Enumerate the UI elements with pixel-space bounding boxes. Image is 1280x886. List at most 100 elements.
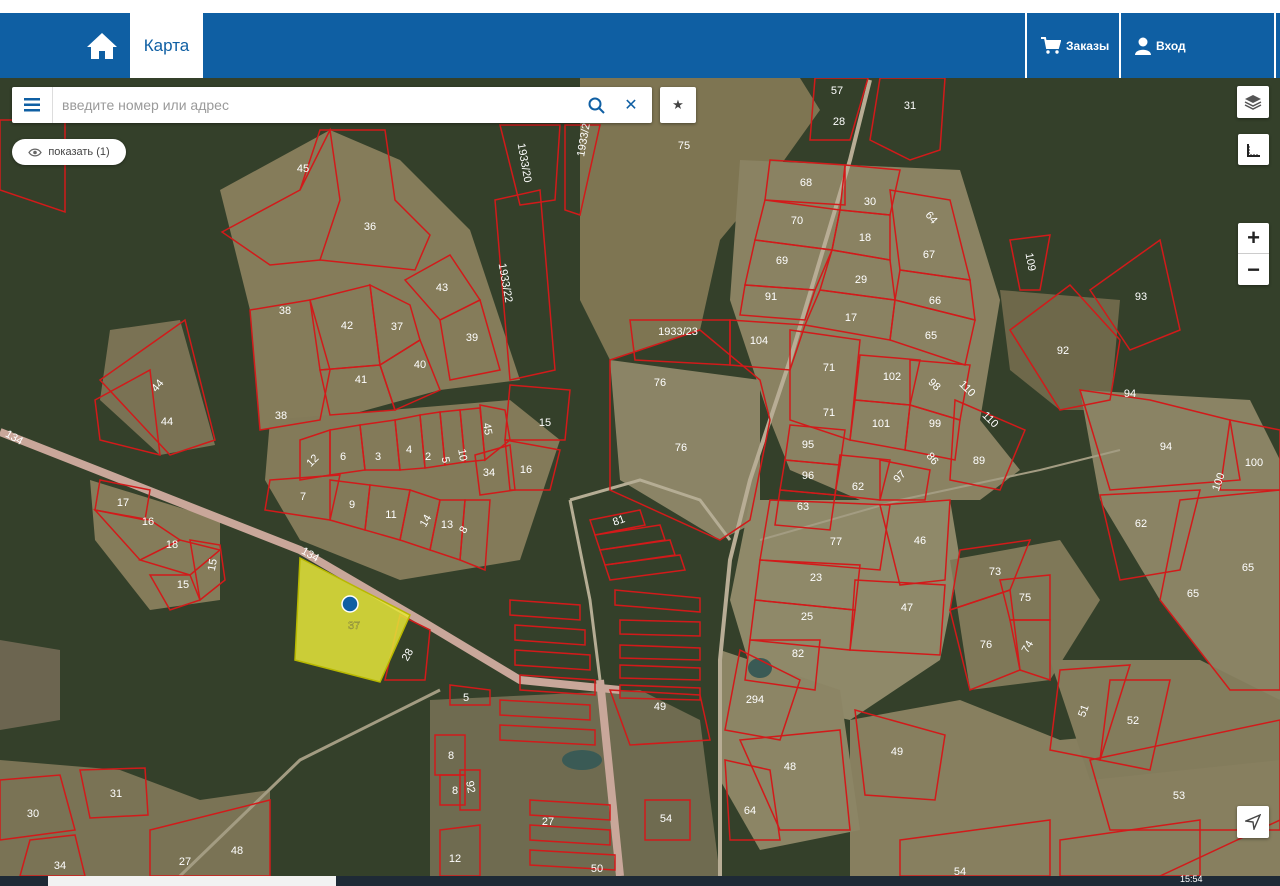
parcel-label[interactable]: 62 (1135, 518, 1147, 530)
parcel-label[interactable]: 29 (855, 274, 867, 286)
parcel-label[interactable]: 49 (654, 701, 666, 713)
parcel-label[interactable]: 38 (279, 305, 291, 317)
parcel-label[interactable]: 17 (845, 312, 857, 324)
parcel-label[interactable]: 25 (801, 611, 813, 623)
parcel-label[interactable]: 76 (675, 442, 687, 454)
favorites-button[interactable]: ★ (660, 87, 696, 123)
parcel-label[interactable]: 53 (1173, 790, 1185, 802)
parcel-label[interactable]: 73 (989, 566, 1001, 578)
parcel-label[interactable]: 23 (810, 572, 822, 584)
parcel-label[interactable]: 49 (891, 746, 903, 758)
locate-button[interactable] (1237, 806, 1269, 838)
parcel-label[interactable]: 34 (483, 467, 495, 479)
parcel-label[interactable]: 89 (973, 455, 985, 467)
parcel-label[interactable]: 101 (872, 418, 890, 430)
parcel-label[interactable]: 91 (765, 291, 777, 303)
parcel-label[interactable]: 99 (929, 418, 941, 430)
parcel-label[interactable]: 77 (830, 536, 842, 548)
parcel-label[interactable]: 67 (923, 249, 935, 261)
parcel-label[interactable]: 102 (883, 371, 901, 383)
parcel-label[interactable]: 9 (349, 499, 355, 511)
parcel-label[interactable]: 4 (406, 444, 412, 456)
parcel-label[interactable]: 30 (27, 808, 39, 820)
search-button[interactable] (582, 87, 610, 123)
parcel-label[interactable]: 45 (297, 163, 309, 175)
parcel-label[interactable]: 10 (455, 448, 469, 462)
parcel-label[interactable]: 48 (784, 761, 796, 773)
parcel-label[interactable]: 18 (859, 232, 871, 244)
parcel-label[interactable]: 17 (117, 497, 129, 509)
tab-map[interactable]: Карта (130, 13, 203, 78)
parcel-label[interactable]: 12 (449, 853, 461, 865)
parcel-label[interactable]: 1933/23 (658, 326, 698, 338)
parcel-label[interactable]: 13 (441, 519, 453, 531)
parcel-label[interactable]: 37 (391, 321, 403, 333)
parcel-label[interactable]: 15 (539, 417, 551, 429)
parcel-label[interactable]: 6 (340, 451, 346, 463)
parcel-label[interactable]: 5 (463, 692, 469, 704)
parcel-label[interactable]: 8 (448, 750, 454, 762)
parcel-label[interactable]: 43 (436, 282, 448, 294)
parcel-label[interactable]: 15 (177, 579, 189, 591)
parcel-label[interactable]: 54 (954, 866, 966, 876)
parcel-label[interactable]: 65 (1187, 588, 1199, 600)
map-view[interactable]: 57 31 28 45 1933/20 1933/2 75 68 30 64 36 70 18 67 109… (0, 78, 1280, 876)
parcel-label[interactable]: 11 (385, 509, 396, 521)
parcel-label[interactable]: 45 (480, 422, 494, 436)
home-button[interactable] (80, 13, 124, 78)
parcel-label[interactable]: 54 (660, 813, 672, 825)
zoom-out-button[interactable]: − (1238, 254, 1269, 285)
parcel-label[interactable]: 69 (776, 255, 788, 267)
parcel-label[interactable]: 41 (355, 374, 367, 386)
parcel-label[interactable]: 16 (520, 464, 532, 476)
parcel-label[interactable]: 50 (591, 863, 603, 875)
ruler-button[interactable] (1238, 134, 1269, 165)
parcel-label[interactable]: 36 (364, 221, 376, 233)
parcel-label[interactable]: 70 (791, 215, 803, 227)
parcel-label[interactable]: 39 (466, 332, 478, 344)
orders-button[interactable]: Заказы (1041, 13, 1109, 78)
parcel-label[interactable]: 31 (904, 100, 916, 112)
parcel-label[interactable]: 28 (833, 116, 845, 128)
zoom-in-button[interactable]: + (1238, 223, 1269, 254)
parcel-label[interactable]: 63 (797, 501, 809, 513)
parcel-label[interactable]: 82 (792, 648, 804, 660)
parcel-label[interactable]: 48 (231, 845, 243, 857)
parcel-label[interactable]: 34 (54, 860, 66, 872)
parcel-label[interactable]: 27 (542, 816, 554, 828)
parcel-label[interactable]: 76 (980, 639, 992, 651)
parcel-label[interactable]: 95 (802, 439, 814, 451)
parcel-label[interactable]: 16 (142, 516, 154, 528)
parcel-label[interactable]: 68 (800, 177, 812, 189)
parcel-label[interactable]: 31 (110, 788, 122, 800)
parcel-label[interactable]: 92 (463, 780, 477, 794)
parcel-label[interactable]: 2 (425, 451, 431, 463)
parcel-label[interactable]: 65 (1242, 562, 1254, 574)
satellite-map[interactable]: 57312845 1933/201933/2 7568306436 701867 109… (0, 78, 1280, 876)
parcel-label[interactable]: 18 (166, 539, 178, 551)
menu-button[interactable] (12, 87, 53, 123)
location-marker[interactable] (341, 595, 359, 613)
parcel-label[interactable]: 100 (1245, 457, 1263, 469)
parcel-label[interactable]: 40 (414, 359, 426, 371)
parcel-label[interactable]: 75 (678, 140, 690, 152)
parcel-label[interactable]: 104 (750, 335, 768, 347)
taskbar-search[interactable] (48, 876, 336, 886)
login-button[interactable]: Вход (1135, 13, 1186, 78)
parcel-label[interactable]: 46 (914, 535, 926, 547)
parcel-label[interactable]: 294 (746, 694, 764, 706)
parcel-label[interactable]: 47 (901, 602, 913, 614)
layers-button[interactable] (1237, 86, 1269, 118)
parcel-label[interactable]: 65 (925, 330, 937, 342)
parcel-label[interactable]: 66 (929, 295, 941, 307)
parcel-label[interactable]: 93 (1135, 291, 1147, 303)
parcel-label[interactable]: 62 (852, 481, 864, 493)
parcel-label[interactable]: 3 (375, 451, 381, 463)
parcel-label[interactable]: 42 (341, 320, 353, 332)
parcel-label[interactable]: 94 (1124, 388, 1136, 400)
parcel-label[interactable]: 94 (1160, 441, 1172, 453)
parcel-label[interactable]: 92 (1057, 345, 1069, 357)
parcel-label[interactable]: 38 (275, 410, 287, 422)
parcel-label[interactable]: 27 (179, 856, 191, 868)
parcel-label[interactable]: 7 (300, 491, 306, 503)
